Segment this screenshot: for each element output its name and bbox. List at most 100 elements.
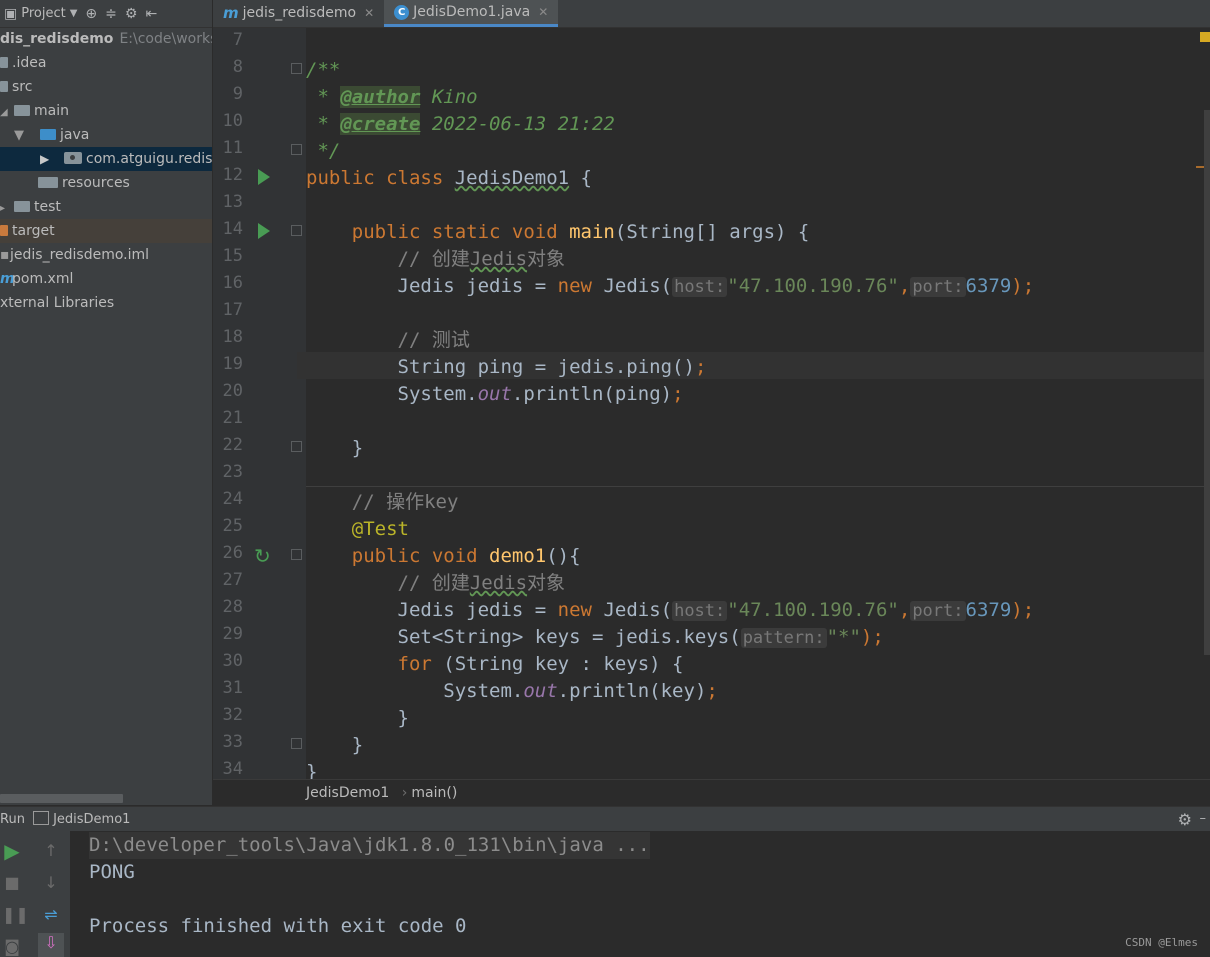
line-number: 22: [222, 435, 243, 455]
chevron-down-icon[interactable]: ◢: [0, 101, 14, 125]
breadcrumb: JedisDemo1 › main(): [213, 779, 1210, 806]
project-path: E:\code\worksp: [119, 31, 212, 47]
folder-icon: [0, 81, 8, 92]
tree-item-label: src: [12, 79, 33, 95]
code-line-29: Set<String> keys = jedis.keys(pattern: "*…: [306, 626, 884, 648]
minimize-icon[interactable]: –: [1200, 806, 1207, 831]
breadcrumb-class[interactable]: JedisDemo1: [306, 785, 389, 801]
pause-icon[interactable]: ❚❚: [2, 905, 29, 925]
fold-icon[interactable]: [291, 225, 302, 236]
param-hint: port:: [910, 277, 966, 297]
console-line: Process finished with exit code 0: [89, 915, 467, 937]
line-number: 26: [222, 543, 243, 563]
line-number: 8: [232, 57, 243, 77]
code-line-19: String ping = jedis.ping();: [306, 356, 707, 378]
tree-item-resources[interactable]: resources: [0, 171, 212, 195]
line-number: 34: [222, 759, 243, 779]
up-arrow-icon[interactable]: ↑: [41, 841, 61, 861]
tab-jedisdemo1[interactable]: C JedisDemo1.java ✕: [384, 0, 559, 27]
tree-item-src[interactable]: src: [0, 75, 212, 99]
code-line-26: public void demo1(){: [306, 545, 581, 567]
collapse-all-icon[interactable]: ≑: [105, 6, 117, 22]
fold-icon[interactable]: [291, 738, 302, 749]
line-number: 23: [222, 462, 243, 482]
scrollbar-thumb[interactable]: [1204, 110, 1210, 655]
line-number: 25: [222, 516, 243, 536]
chevron-right-icon[interactable]: ▸: [0, 197, 14, 221]
fold-icon[interactable]: [291, 549, 302, 560]
maven-icon: m: [223, 4, 239, 22]
project-view-selector[interactable]: Project: [21, 6, 65, 21]
project-panel: ▣ Project ▼ ⊕ ≑ ⚙ ⇤ dis_redisdemo E:\code…: [0, 0, 213, 805]
camera-icon[interactable]: ◙: [2, 937, 22, 957]
console-output[interactable]: D:\developer_tools\Java\jdk1.8.0_131\bin…: [70, 831, 1210, 957]
project-view-icon[interactable]: ▣: [4, 6, 17, 22]
run-toolbar: ▶ ■ ❚❚ ◙ ↑ ↓ ⇌ ⇩: [0, 831, 70, 957]
tree-item-label: java: [60, 127, 90, 143]
down-arrow-icon[interactable]: ↓: [41, 873, 61, 893]
run-config-tab[interactable]: JedisDemo1: [53, 812, 130, 827]
chevron-down-icon[interactable]: ▼: [14, 124, 40, 148]
rerun-icon[interactable]: ▶: [2, 841, 22, 861]
tree-item-java[interactable]: ▼ java: [0, 123, 212, 148]
line-number: 16: [222, 273, 243, 293]
code-line-22: }: [306, 437, 364, 459]
tree-item-idea[interactable]: .idea: [0, 51, 212, 75]
param-hint: host:: [672, 601, 728, 621]
tree-item-pom[interactable]: mpom.xml: [0, 267, 212, 291]
tab-label: JedisDemo1.java: [413, 3, 531, 20]
code-line-25: @Test: [306, 518, 409, 540]
code-line-16: Jedis jedis = new Jedis(host: "47.100.190…: [306, 275, 1035, 297]
tree-item-test[interactable]: ▸ test: [0, 195, 212, 219]
tree-item-external-libraries[interactable]: xternal Libraries: [0, 291, 212, 315]
param-hint: pattern:: [740, 628, 827, 648]
code-line-14: public static void main(String[] args) {: [306, 221, 810, 243]
fold-icon[interactable]: [291, 63, 302, 74]
tree-item-iml[interactable]: ▪jedis_redisdemo.iml: [0, 243, 212, 267]
gear-icon[interactable]: ⚙: [125, 6, 138, 22]
close-icon[interactable]: ✕: [364, 0, 374, 27]
tree-item-label: dis_redisdemo: [0, 31, 114, 47]
soft-wrap-icon[interactable]: ⇌: [41, 905, 61, 925]
horizontal-scrollbar[interactable]: [0, 794, 123, 803]
line-number: 32: [222, 705, 243, 725]
gear-icon[interactable]: ⚙: [1178, 807, 1192, 832]
breadcrumb-method[interactable]: main(): [411, 785, 457, 801]
line-number: 17: [222, 300, 243, 320]
chevron-down-icon[interactable]: ▼: [70, 8, 78, 19]
tree-item-package[interactable]: ▶ com.atguigu.redis: [0, 147, 212, 171]
tree-item-project-root[interactable]: dis_redisdemo E:\code\worksp: [0, 27, 212, 51]
tab-pom[interactable]: m jedis_redisdemo ✕: [213, 0, 384, 27]
code-editor[interactable]: 7 8 9 10 11 12 13 14 15 16 17 18 19 20 2…: [213, 28, 1210, 779]
fold-icon[interactable]: [291, 441, 302, 452]
chevron-right-icon[interactable]: ▶: [40, 147, 64, 171]
code-line-34: }: [306, 761, 318, 779]
run-class-icon[interactable]: [258, 169, 270, 185]
line-number: 27: [222, 570, 243, 590]
code-line-24: // 操作key: [306, 491, 459, 513]
warning-marker[interactable]: [1200, 32, 1210, 42]
scroll-to-end-icon[interactable]: ⇩: [38, 933, 64, 957]
package-icon: [64, 152, 82, 164]
param-hint: port:: [910, 601, 966, 621]
tree-item-label: resources: [62, 175, 130, 191]
fold-icon[interactable]: [291, 144, 302, 155]
hide-panel-icon[interactable]: ⇤: [145, 6, 157, 22]
line-number: 20: [222, 381, 243, 401]
tree-item-label: xternal Libraries: [0, 295, 115, 311]
line-number: 29: [222, 624, 243, 644]
locate-icon[interactable]: ⊕: [85, 6, 97, 22]
run-test-icon[interactable]: ↻: [254, 544, 271, 568]
line-number: 12: [222, 165, 243, 185]
tree-item-main[interactable]: ◢ main: [0, 99, 212, 123]
close-icon[interactable]: ✕: [538, 0, 548, 26]
line-number: 10: [222, 111, 243, 131]
stop-icon[interactable]: ■: [2, 873, 22, 893]
line-number: 24: [222, 489, 243, 509]
run-main-icon[interactable]: [258, 223, 270, 239]
code-line-32: }: [306, 707, 409, 729]
line-number: 28: [222, 597, 243, 617]
tree-item-target[interactable]: target: [0, 219, 212, 243]
code-line-15: // 创建Jedis对象: [306, 248, 566, 270]
watermark: CSDN @Elmes: [1125, 936, 1198, 949]
